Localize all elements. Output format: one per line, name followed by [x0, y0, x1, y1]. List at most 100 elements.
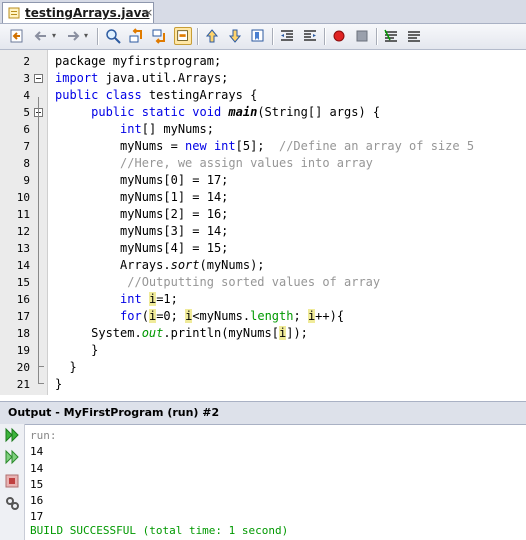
- code-keyword: int: [120, 122, 142, 136]
- code-line: import java.util.Arrays;: [55, 70, 228, 87]
- settings-icon[interactable]: [4, 495, 20, 511]
- code-text: sort: [170, 258, 200, 272]
- toolbar-separator: [272, 28, 274, 45]
- find-icon[interactable]: [104, 27, 122, 45]
- fold-collapse-icon[interactable]: [34, 74, 43, 83]
- code-line: }: [55, 359, 76, 376]
- line-number: 8: [23, 157, 30, 170]
- line-number: 18: [16, 327, 30, 340]
- line-number: 21: [16, 378, 30, 391]
- code-line: myNums[4] = 15;: [55, 240, 228, 257]
- toolbar-separator: [97, 28, 99, 45]
- forward-icon[interactable]: [64, 27, 82, 45]
- line-number: 3: [23, 72, 30, 85]
- line-number: 15: [16, 276, 30, 289]
- code-text: =1;: [156, 292, 178, 306]
- code-line: //Outputting sorted values of array: [55, 274, 380, 291]
- code-comment: //Outputting sorted values of array: [127, 275, 381, 289]
- output-line: 15: [30, 478, 44, 491]
- stop-icon[interactable]: [4, 473, 20, 489]
- line-number: 13: [16, 242, 30, 255]
- last-edit-icon[interactable]: [8, 27, 26, 45]
- code-editor[interactable]: 2 3 4 5 6 7 8 9 10 11 12 13 14 15 16 17 …: [0, 50, 526, 395]
- shift-right-icon[interactable]: [301, 27, 319, 45]
- shift-left-icon[interactable]: [278, 27, 296, 45]
- back-icon[interactable]: [32, 27, 50, 45]
- code-text: myNums[2] = 16;: [55, 207, 229, 221]
- code-text: }: [55, 343, 99, 357]
- code-text: ++){: [315, 309, 345, 323]
- previous-bookmark-icon[interactable]: [203, 27, 221, 45]
- code-line: }: [55, 376, 62, 393]
- code-text: <myNums.: [192, 309, 251, 323]
- fold-end-marker: [38, 366, 44, 367]
- rerun-icon[interactable]: [4, 427, 20, 443]
- find-next-icon[interactable]: [151, 27, 169, 45]
- code-text: myNums[1] = 14;: [55, 190, 229, 204]
- code-text: (String[] args) {: [257, 105, 381, 119]
- code-text: .println(myNums[: [163, 326, 279, 340]
- toggle-highlight-search-icon[interactable]: [174, 27, 192, 45]
- line-number: 2: [23, 55, 30, 68]
- stop-macro-recording-icon[interactable]: [353, 27, 371, 45]
- code-keyword: public class: [55, 88, 142, 102]
- code-keyword: import: [55, 71, 99, 85]
- code-line: myNums[3] = 14;: [55, 223, 228, 240]
- code-line: int[] myNums;: [55, 121, 214, 138]
- code-text: }: [55, 377, 63, 391]
- code-text: myNums[3] = 14;: [55, 224, 229, 238]
- code-text: main: [228, 105, 258, 119]
- code-text: [5];: [235, 139, 279, 153]
- line-number: 9: [23, 174, 30, 187]
- uncomment-icon[interactable]: [405, 27, 423, 45]
- code-text: length: [250, 309, 294, 323]
- code-text: Arrays.: [55, 258, 171, 272]
- code-text: (myNums);: [199, 258, 265, 272]
- code-text: ;: [293, 309, 308, 323]
- line-number: 19: [16, 344, 30, 357]
- line-number: 7: [23, 140, 30, 153]
- start-macro-recording-icon[interactable]: [330, 27, 348, 45]
- code-keyword: new int: [185, 139, 236, 153]
- output-line: 16: [30, 494, 44, 507]
- code-comment: //Define an array of size 5: [278, 139, 475, 153]
- build-status-line: BUILD SUCCESSFUL (total time: 1 second): [30, 524, 289, 537]
- tab-close-icon[interactable]: ×: [144, 6, 153, 19]
- toggle-bookmark-icon[interactable]: [249, 27, 267, 45]
- output-window-header[interactable]: Output - MyFirstProgram (run) #2: [0, 401, 526, 425]
- code-comment: //Here, we assign values into array: [120, 156, 373, 170]
- code-line: myNums[0] = 17;: [55, 172, 228, 189]
- code-text: myNums[4] = 15;: [55, 241, 229, 255]
- forward-dropdown-icon[interactable]: ▾: [84, 31, 88, 40]
- next-bookmark-icon[interactable]: [226, 27, 244, 45]
- line-number: 17: [16, 310, 30, 323]
- code-line: //Here, we assign values into array: [55, 155, 373, 172]
- output-line: 14: [30, 445, 44, 458]
- line-number: 16: [16, 293, 30, 306]
- file-tab[interactable]: testingArrays.java ×: [2, 2, 154, 23]
- find-previous-icon[interactable]: [128, 27, 146, 45]
- code-line: public class testingArrays {: [55, 87, 257, 104]
- code-line: public static void main(String[] args) {: [55, 104, 380, 121]
- back-dropdown-icon[interactable]: ▾: [52, 31, 56, 40]
- comment-icon[interactable]: [382, 27, 400, 45]
- line-number: 11: [16, 208, 30, 221]
- line-number: 6: [23, 123, 30, 136]
- code-line: myNums = new int[5]; //Define an array o…: [55, 138, 474, 155]
- code-line: }: [55, 342, 98, 359]
- output-line: run:: [30, 429, 57, 442]
- line-number: 12: [16, 225, 30, 238]
- code-text: ]);: [286, 326, 308, 340]
- editor-tab-strip: testingArrays.java ×: [0, 0, 526, 24]
- rerun-with-different-parameters-icon[interactable]: [4, 449, 20, 465]
- toolbar-separator: [376, 28, 378, 45]
- java-file-icon: [8, 7, 20, 19]
- line-number: 4: [23, 89, 30, 102]
- code-line: System.out.println(myNums[i]);: [55, 325, 308, 342]
- code-text: java.util.Arrays;: [98, 71, 229, 85]
- code-line: Arrays.sort(myNums);: [55, 257, 265, 274]
